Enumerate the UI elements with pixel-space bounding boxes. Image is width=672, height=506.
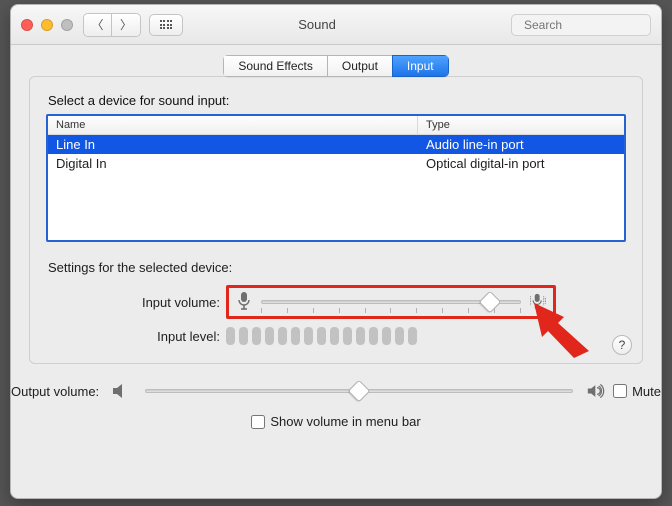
titlebar: 〈 〉 Sound xyxy=(11,5,661,45)
output-volume-label: Output volume: xyxy=(11,384,105,399)
zoom-window-button xyxy=(61,19,73,31)
content: Sound Effects Output Input Select a devi… xyxy=(11,45,661,498)
speaker-low-icon xyxy=(111,383,131,399)
mute-label: Mute xyxy=(632,384,661,399)
window-controls xyxy=(21,19,73,31)
show-in-menu-bar-checkbox[interactable]: Show volume in menu bar xyxy=(251,414,420,429)
device-name: Digital In xyxy=(48,154,418,173)
show-in-menu-bar-checkbox-input[interactable] xyxy=(251,415,265,429)
speaker-high-icon xyxy=(587,382,607,400)
input-level-label: Input level: xyxy=(46,329,226,344)
input-volume-label: Input volume: xyxy=(46,295,226,310)
mute-checkbox-input[interactable] xyxy=(613,384,627,398)
mic-high-icon xyxy=(529,291,547,313)
settings-for-device-label: Settings for the selected device: xyxy=(48,260,626,275)
tab-input[interactable]: Input xyxy=(392,55,449,77)
input-level-row: Input level: xyxy=(46,319,626,353)
close-window-button[interactable] xyxy=(21,19,33,31)
search-field[interactable] xyxy=(511,14,651,36)
output-volume-slider[interactable] xyxy=(145,381,573,401)
tab-bar: Sound Effects Output Input xyxy=(11,55,661,77)
window-title: Sound xyxy=(123,17,511,32)
sound-prefpane-window: 〈 〉 Sound Sound Effects Output Input xyxy=(10,4,662,499)
table-header: Name Type xyxy=(48,116,624,135)
input-volume-highlight xyxy=(226,285,556,319)
col-name[interactable]: Name xyxy=(48,116,418,134)
input-level-meter xyxy=(226,326,556,346)
search-input[interactable] xyxy=(522,17,672,33)
slider-ticks xyxy=(261,308,521,313)
show-in-menu-bar-label: Show volume in menu bar xyxy=(270,414,420,429)
table-body: Line In Audio line-in port Digital In Op… xyxy=(48,135,624,173)
input-volume-slider[interactable] xyxy=(261,292,521,312)
slider-thumb[interactable] xyxy=(348,380,371,403)
help-button[interactable]: ? xyxy=(612,335,632,355)
footer: Output volume: xyxy=(11,364,661,437)
tab-output[interactable]: Output xyxy=(327,55,392,77)
device-type: Audio line-in port xyxy=(418,135,624,154)
col-type[interactable]: Type xyxy=(418,116,624,134)
nav-back-button[interactable]: 〈 xyxy=(84,14,112,36)
table-row[interactable]: Line In Audio line-in port xyxy=(48,135,624,154)
minimize-window-button[interactable] xyxy=(41,19,53,31)
tab-sound-effects[interactable]: Sound Effects xyxy=(223,55,327,77)
mic-low-icon xyxy=(235,291,253,313)
input-volume-row: Input volume: xyxy=(46,285,626,319)
table-row[interactable]: Digital In Optical digital-in port xyxy=(48,154,624,173)
input-device-table: Name Type Line In Audio line-in port Dig… xyxy=(46,114,626,242)
input-panel: Select a device for sound input: Name Ty… xyxy=(29,76,643,364)
mute-checkbox[interactable]: Mute xyxy=(613,384,661,399)
select-device-label: Select a device for sound input: xyxy=(48,93,626,108)
device-type: Optical digital-in port xyxy=(418,154,624,173)
device-name: Line In xyxy=(48,135,418,154)
chevron-left-icon: 〈 xyxy=(91,16,103,33)
